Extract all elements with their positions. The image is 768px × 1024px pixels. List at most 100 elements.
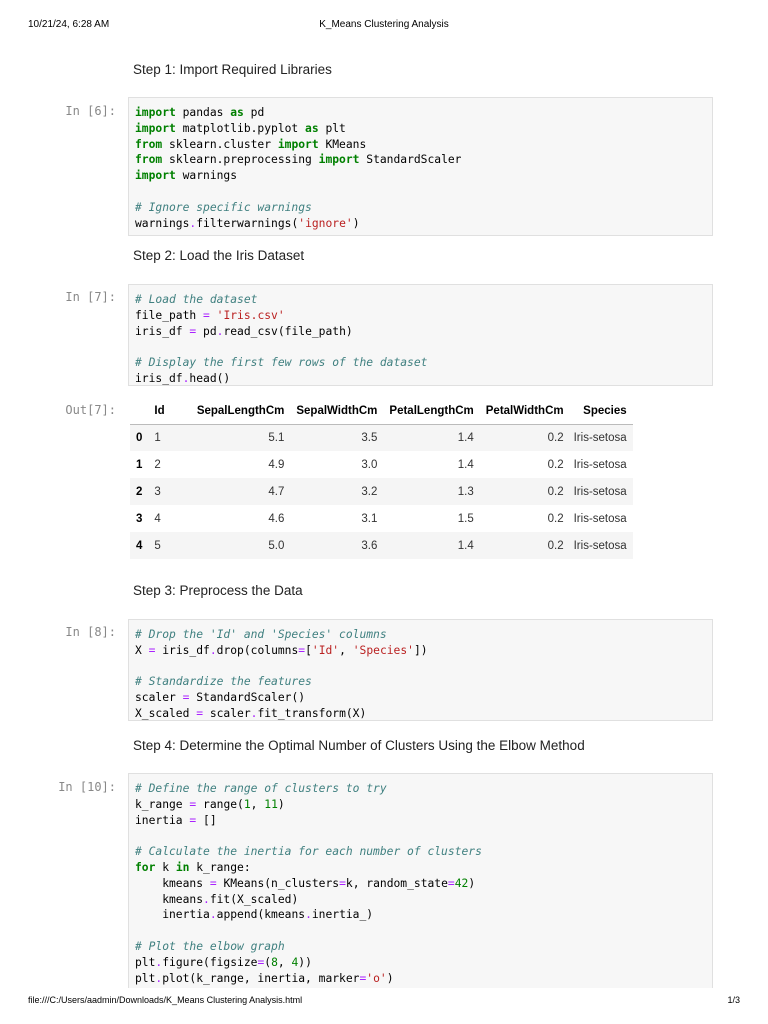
table-cell: 3 — [154, 485, 161, 498]
column-header — [130, 398, 149, 425]
code-line: file_path = 'Iris.csv' — [135, 308, 706, 324]
code-token: # Plot the elbow graph — [135, 939, 285, 953]
code-token: as — [230, 106, 244, 119]
code-token: from — [135, 137, 163, 151]
row-index: 2 — [136, 485, 143, 498]
code-cell[interactable]: # Define the range of clusters to try k_r… — [128, 773, 713, 988]
code-token: ) — [352, 216, 360, 230]
code-token: , — [277, 955, 292, 969]
code-token: = — [203, 308, 210, 322]
table-header-row: Id SepalLengthCm SepalWidthCm PetalLengthCm… — [130, 398, 633, 425]
code-token: KMeans(n_clusters — [216, 876, 340, 890]
code-token: = — [339, 876, 346, 890]
table-cell: 3.0 — [361, 458, 378, 471]
code-token: ) — [277, 797, 285, 811]
code-token: pd — [196, 324, 217, 338]
code-line: # Plot the elbow graph — [135, 939, 706, 955]
code-token: append(kmeans — [216, 908, 306, 922]
table-cell: 1.4 — [457, 431, 474, 444]
table-cell: 5 — [154, 539, 161, 552]
table-cell: 1.4 — [457, 539, 474, 552]
table-cell: 0.2 — [547, 485, 564, 498]
code-token: ) — [468, 876, 476, 890]
code-line: # Display the first few rows of the data… — [135, 355, 706, 371]
code-token: = — [196, 706, 204, 720]
code-token: . — [209, 643, 217, 657]
code-cell[interactable]: import pandas as pd import matplotlib.pyp… — [128, 97, 713, 236]
cell-prompt: In [6]: — [65, 104, 116, 118]
code-line: iris_df.head() — [135, 371, 706, 387]
code-token: import — [135, 106, 176, 119]
code-token: 42 — [454, 876, 469, 890]
code-line: # Load the dataset — [135, 292, 706, 308]
code-line: for k in k_range: — [135, 860, 706, 876]
code-token: scaler — [135, 691, 183, 705]
code-token: in — [175, 860, 190, 874]
cell-prompt: In [7]: — [65, 290, 116, 304]
code-line: iris_df = pd.read_csv(file_path) — [135, 324, 706, 340]
table-cell: 0.2 — [547, 539, 564, 552]
code-token: k_range: — [189, 860, 251, 874]
print-page-number: 1/3 — [727, 995, 740, 1005]
code-token: # Display the first few rows of the data… — [135, 356, 428, 370]
code-token: for — [135, 860, 156, 874]
code-token: pd — [243, 106, 265, 119]
code-token: from — [135, 153, 163, 167]
table-row: 0 1 5.1 3.5 1.4 0.2 Iris-setosa — [130, 424, 633, 451]
code-token: ]) — [413, 643, 428, 657]
table-cell: 3.2 — [361, 485, 378, 498]
table-cell: Iris-setosa — [573, 539, 627, 552]
code-token: , — [250, 797, 265, 811]
column-header: Species — [569, 398, 633, 425]
code-line: k_range = range(1, 11) — [135, 797, 706, 813]
code-line: # Ignore specific warnings — [135, 200, 706, 216]
code-line: plt.plot(k_range, inertia, marker='o') — [135, 971, 706, 987]
code-token: inertia_) — [311, 908, 374, 922]
code-cell[interactable]: # Load the dataset file_path = 'Iris.csv'… — [128, 284, 713, 386]
code-token: 11 — [264, 797, 278, 811]
code-token: X_scaled — [135, 706, 197, 720]
code-token: 'ignore' — [298, 216, 353, 230]
code-line: import matplotlib.pyplot as plt — [135, 121, 706, 137]
table-cell: 1 — [154, 431, 161, 444]
table-cell: 0.2 — [547, 431, 564, 444]
code-line: warnings.filterwarnings('ignore') — [135, 216, 706, 232]
code-token: 'Iris.csv' — [216, 308, 285, 322]
code-token: import — [135, 121, 176, 135]
code-cell[interactable]: # Drop the 'Id' and 'Species' columns X =… — [128, 619, 713, 721]
row-index: 3 — [136, 512, 143, 525]
code-token: pandas — [175, 106, 231, 119]
code-token: # Ignore specific warnings — [135, 200, 312, 214]
code-token: kmeans — [135, 892, 204, 906]
code-token: # Load the dataset — [135, 293, 258, 306]
table-cell: 0.2 — [547, 512, 564, 525]
column-header: Id — [148, 398, 191, 425]
column-header: PetalWidthCm — [479, 398, 570, 425]
table-row: 4 5 5.0 3.6 1.4 0.2 Iris-setosa — [130, 532, 633, 559]
code-token: sklearn.preprocessing — [162, 153, 319, 167]
table-cell: 3.5 — [361, 431, 378, 444]
code-token: filterwarnings( — [196, 216, 299, 230]
code-token: k — [155, 860, 176, 874]
code-token: ) — [386, 971, 394, 985]
code-line: inertia.append(kmeans.inertia_) — [135, 907, 706, 923]
code-token: # Calculate the inertia for each number … — [135, 845, 482, 859]
code-line: # Define the range of clusters to try — [135, 781, 706, 797]
code-line: from sklearn.cluster import KMeans — [135, 137, 706, 153]
code-token: # Define the range of clusters to try — [135, 782, 387, 795]
code-line: plt.figure(figsize=(8, 4)) — [135, 955, 706, 971]
code-line: # Calculate the inertia for each number … — [135, 844, 706, 860]
table-cell: Iris-setosa — [573, 485, 627, 498]
code-token: plt — [135, 971, 156, 985]
code-token: import — [318, 153, 360, 167]
code-token: StandardScaler — [359, 153, 462, 167]
code-line: scaler = StandardScaler() — [135, 690, 706, 706]
code-line: # Drop the 'Id' and 'Species' columns — [135, 627, 706, 643]
row-index: 4 — [136, 539, 143, 552]
code-line: import pandas as pd — [135, 105, 706, 121]
code-token: # Drop the 'Id' and 'Species' columns — [135, 628, 387, 641]
code-token: StandardScaler() — [189, 691, 306, 705]
code-line: # Standardize the features — [135, 674, 706, 690]
